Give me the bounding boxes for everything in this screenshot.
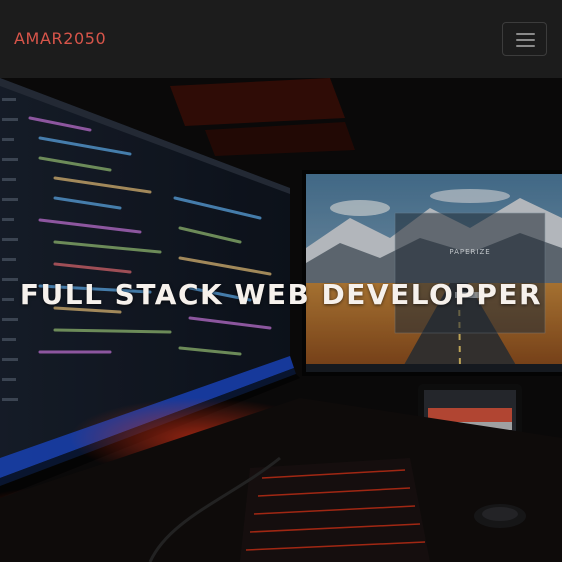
hero-background-image: PAPERIZE [0,78,562,562]
hero-section: PAPERIZE FULL STACK WEB DEVELOPPER [0,78,562,562]
hero-title: FULL STACK WEB DEVELOPPER [19,277,543,311]
menu-toggle-button[interactable] [502,22,547,56]
navbar: AMAR2050 [0,0,562,78]
brand-link[interactable]: AMAR2050 [14,29,106,49]
